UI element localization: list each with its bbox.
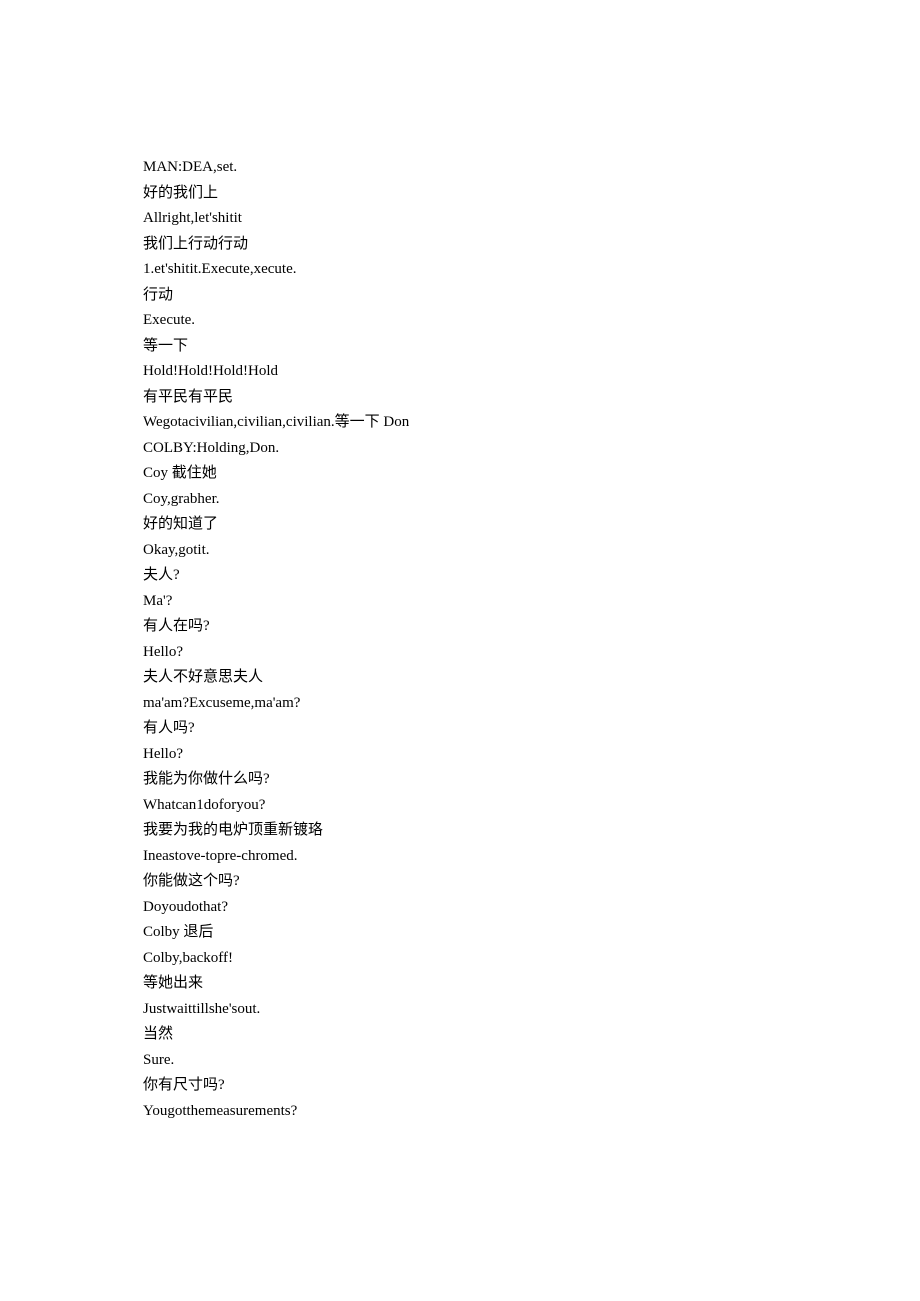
transcript-line: Ineastove-topre-chromed.: [143, 844, 920, 870]
transcript-line: 我要为我的电炉顶重新镀珞: [143, 818, 920, 844]
transcript-line: 有人吗?: [143, 716, 920, 742]
transcript-line: Hold!Hold!Hold!Hold: [143, 359, 920, 385]
transcript-line: 等一下: [143, 334, 920, 360]
transcript-line: Execute.: [143, 308, 920, 334]
transcript-line: 你能做这个吗?: [143, 869, 920, 895]
transcript-line: Allright,let'shitit: [143, 206, 920, 232]
transcript-line: 有人在吗?: [143, 614, 920, 640]
transcript-line: Coy 截住她: [143, 461, 920, 487]
transcript-line: Whatcan1doforyou?: [143, 793, 920, 819]
transcript-line: Sure.: [143, 1048, 920, 1074]
transcript-line: Hello?: [143, 640, 920, 666]
transcript-line: COLBY:Holding,Don.: [143, 436, 920, 462]
transcript-line: Wegotacivilian,civilian,civilian.等一下 Don: [143, 410, 920, 436]
transcript-line: 你有尺寸吗?: [143, 1073, 920, 1099]
transcript-line: Doyoudothat?: [143, 895, 920, 921]
transcript-line: Okay,gotit.: [143, 538, 920, 564]
transcript-line: 行动: [143, 283, 920, 309]
transcript-line: 1.et'shitit.Execute,xecute.: [143, 257, 920, 283]
transcript-line: Coy,grabher.: [143, 487, 920, 513]
transcript-line: 等她出来: [143, 971, 920, 997]
transcript-line: ma'am?Excuseme,ma'am?: [143, 691, 920, 717]
document-page: MAN:DEA,set. 好的我们上 Allright,let'shitit 我…: [0, 0, 920, 1301]
transcript-line: Yougotthemeasurements?: [143, 1099, 920, 1125]
transcript-line: Colby 退后: [143, 920, 920, 946]
transcript-line: Ma'?: [143, 589, 920, 615]
transcript-line: 夫人不好意思夫人: [143, 665, 920, 691]
transcript-line: 好的我们上: [143, 181, 920, 207]
transcript-line: 我能为你做什么吗?: [143, 767, 920, 793]
transcript-line: Hello?: [143, 742, 920, 768]
transcript-line: 好的知道了: [143, 512, 920, 538]
transcript-line: 当然: [143, 1022, 920, 1048]
transcript-line: 我们上行动行动: [143, 232, 920, 258]
transcript-line: MAN:DEA,set.: [143, 155, 920, 181]
transcript-line: 夫人?: [143, 563, 920, 589]
transcript-line: Colby,backoff!: [143, 946, 920, 972]
transcript-line: Justwaittillshe'sout.: [143, 997, 920, 1023]
transcript-line: 有平民有平民: [143, 385, 920, 411]
